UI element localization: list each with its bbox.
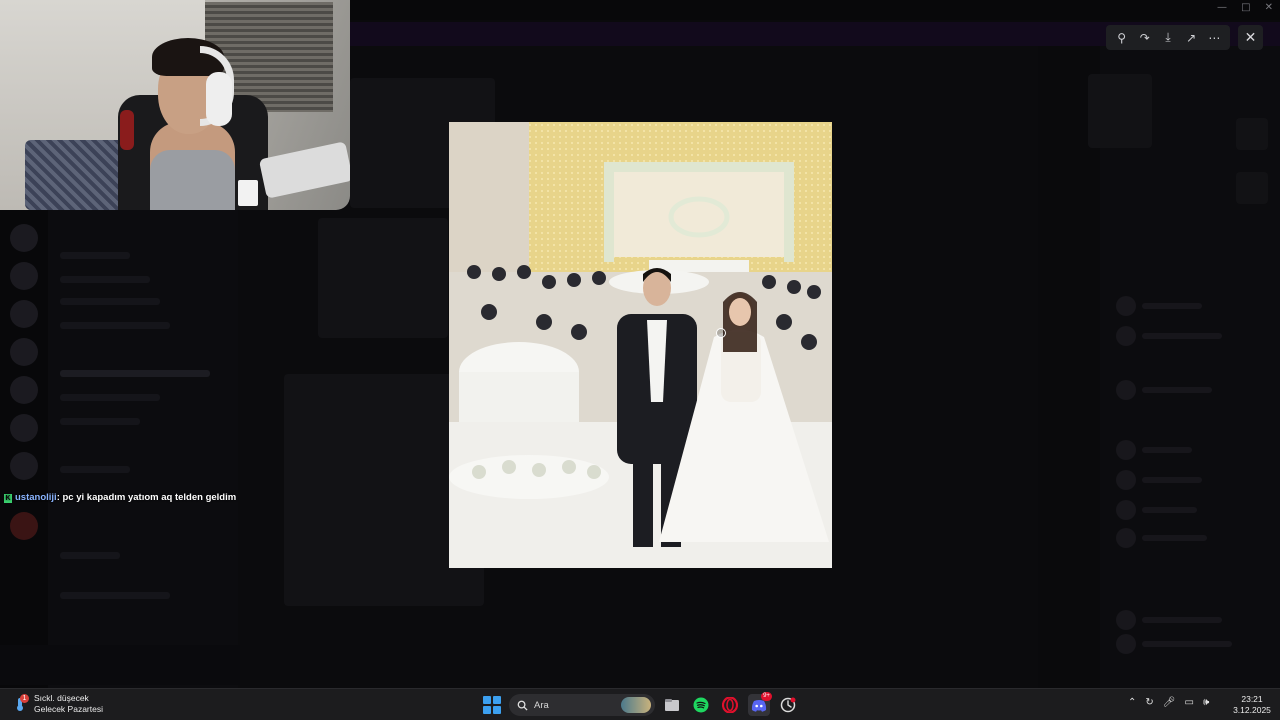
cam-microphone <box>258 141 350 199</box>
member-avatar <box>1116 634 1136 654</box>
message-embed <box>318 218 448 338</box>
sync-icon[interactable]: ↻ <box>1145 697 1153 708</box>
member-card <box>1236 172 1268 204</box>
member-avatar <box>1116 296 1136 316</box>
more-icon[interactable]: ⋯ <box>1204 28 1224 48</box>
volume-icon[interactable]: 🕪︎ <box>1203 697 1209 708</box>
member-name <box>1142 477 1202 483</box>
member-avatar <box>1116 528 1136 548</box>
channel-item <box>60 252 130 259</box>
misc-app-icon[interactable] <box>777 694 799 716</box>
chat-text: : pc yi kapadım yatıom aq telden geldim <box>56 492 237 503</box>
chevron-up-icon[interactable]: ⌃ <box>1128 697 1136 708</box>
cam-headphone-earcup <box>206 72 232 126</box>
member-avatar <box>1116 470 1136 490</box>
clock[interactable]: 23:21 3.12.2025 <box>1230 694 1274 716</box>
member-card <box>1236 118 1268 150</box>
channel-item <box>60 466 130 473</box>
member-card <box>1088 74 1152 148</box>
server-icon <box>10 452 38 480</box>
minimize-icon[interactable]: — <box>1217 2 1227 18</box>
spotify-icon[interactable] <box>690 694 712 716</box>
screen: — □ ✕ Kustanoliji: pc yi kapadım yatıom … <box>0 0 1280 720</box>
zoom-cursor-icon <box>716 328 726 338</box>
member-name <box>1142 535 1207 541</box>
weather-widget[interactable]: 1 Sıckl. düşecek Gelecek Pazartesi <box>12 693 103 715</box>
close-window-icon[interactable]: ✕ <box>1265 2 1273 18</box>
server-list <box>0 210 48 688</box>
search-highlight-image <box>621 697 651 713</box>
user-panel <box>0 645 240 685</box>
chat-badge: K <box>4 494 12 503</box>
server-icon <box>10 376 38 404</box>
member-avatar <box>1116 500 1136 520</box>
weather-headline: Sıckl. düşecek <box>34 693 89 703</box>
weather-text: Sıckl. düşecek Gelecek Pazartesi <box>34 693 103 715</box>
channel-item <box>60 418 140 425</box>
weather-badge: 1 <box>20 694 29 703</box>
search-icon <box>517 700 528 711</box>
chat-username: ustanoliji <box>15 492 57 503</box>
weather-subline: Gelecek Pazartesi <box>34 704 103 714</box>
cam-cup <box>238 180 258 206</box>
wedding-photo[interactable] <box>449 122 832 568</box>
channel-item <box>60 322 170 329</box>
webcam-overlay <box>0 0 350 210</box>
server-icon <box>10 262 38 290</box>
member-avatar <box>1116 610 1136 630</box>
member-name <box>1142 387 1212 393</box>
channel-item <box>60 298 160 305</box>
member-name <box>1142 507 1197 513</box>
channel-item <box>60 394 160 401</box>
channel-item <box>60 552 120 559</box>
member-avatar <box>1116 380 1136 400</box>
opera-icon[interactable] <box>719 694 741 716</box>
chat-message: Kustanoliji: pc yi kapadım yatıom aq tel… <box>4 492 236 503</box>
clock-date: 3.12.2025 <box>1233 705 1271 715</box>
cam-person-tanktop <box>150 150 235 210</box>
window-controls: — □ ✕ <box>1210 2 1280 18</box>
zoom-icon[interactable]: ⚲ <box>1112 28 1132 48</box>
member-name <box>1142 333 1222 339</box>
wedding-photo-illustration <box>449 122 832 568</box>
clock-time: 23:21 <box>1241 694 1263 704</box>
maximize-icon[interactable]: □ <box>1241 2 1250 18</box>
thermometer-icon: 1 <box>12 694 29 712</box>
member-avatar <box>1116 440 1136 460</box>
microphone-icon[interactable]: 🎤︎ <box>1163 697 1176 708</box>
channel-item <box>60 276 150 283</box>
server-icon <box>10 414 38 442</box>
download-icon[interactable]: ⤓ <box>1158 28 1178 48</box>
discord-icon[interactable]: 9+ <box>748 692 772 716</box>
forward-icon[interactable]: ↷ <box>1135 28 1155 48</box>
open-external-icon[interactable]: ↗ <box>1181 28 1201 48</box>
image-viewer-toolbar: ⚲ ↷ ⤓ ↗ ⋯ <box>1106 25 1230 50</box>
discord-badge: 9+ <box>761 692 772 701</box>
member-name <box>1142 617 1222 623</box>
cam-chair-accent <box>120 110 134 150</box>
start-icon[interactable] <box>483 696 501 714</box>
search-label: Ara <box>534 699 549 711</box>
member-name <box>1142 303 1202 309</box>
server-icon <box>10 300 38 328</box>
system-tray: ⌃ ↻ 🎤︎ ▭ 🕪︎ <box>1128 697 1209 708</box>
search-input[interactable]: Ara <box>509 694 655 716</box>
server-icon <box>10 338 38 366</box>
member-name <box>1142 447 1192 453</box>
server-icon <box>10 512 38 540</box>
channel-item <box>60 592 170 599</box>
member-name <box>1142 641 1232 647</box>
taskbar: 1 Sıckl. düşecek Gelecek Pazartesi Ara 9… <box>0 688 1280 720</box>
file-explorer-icon[interactable] <box>661 694 683 716</box>
close-icon[interactable]: ✕ <box>1238 25 1263 50</box>
channel-item <box>60 370 210 377</box>
server-icon <box>10 224 38 252</box>
member-avatar <box>1116 326 1136 346</box>
display-icon[interactable]: ▭ <box>1184 697 1193 708</box>
